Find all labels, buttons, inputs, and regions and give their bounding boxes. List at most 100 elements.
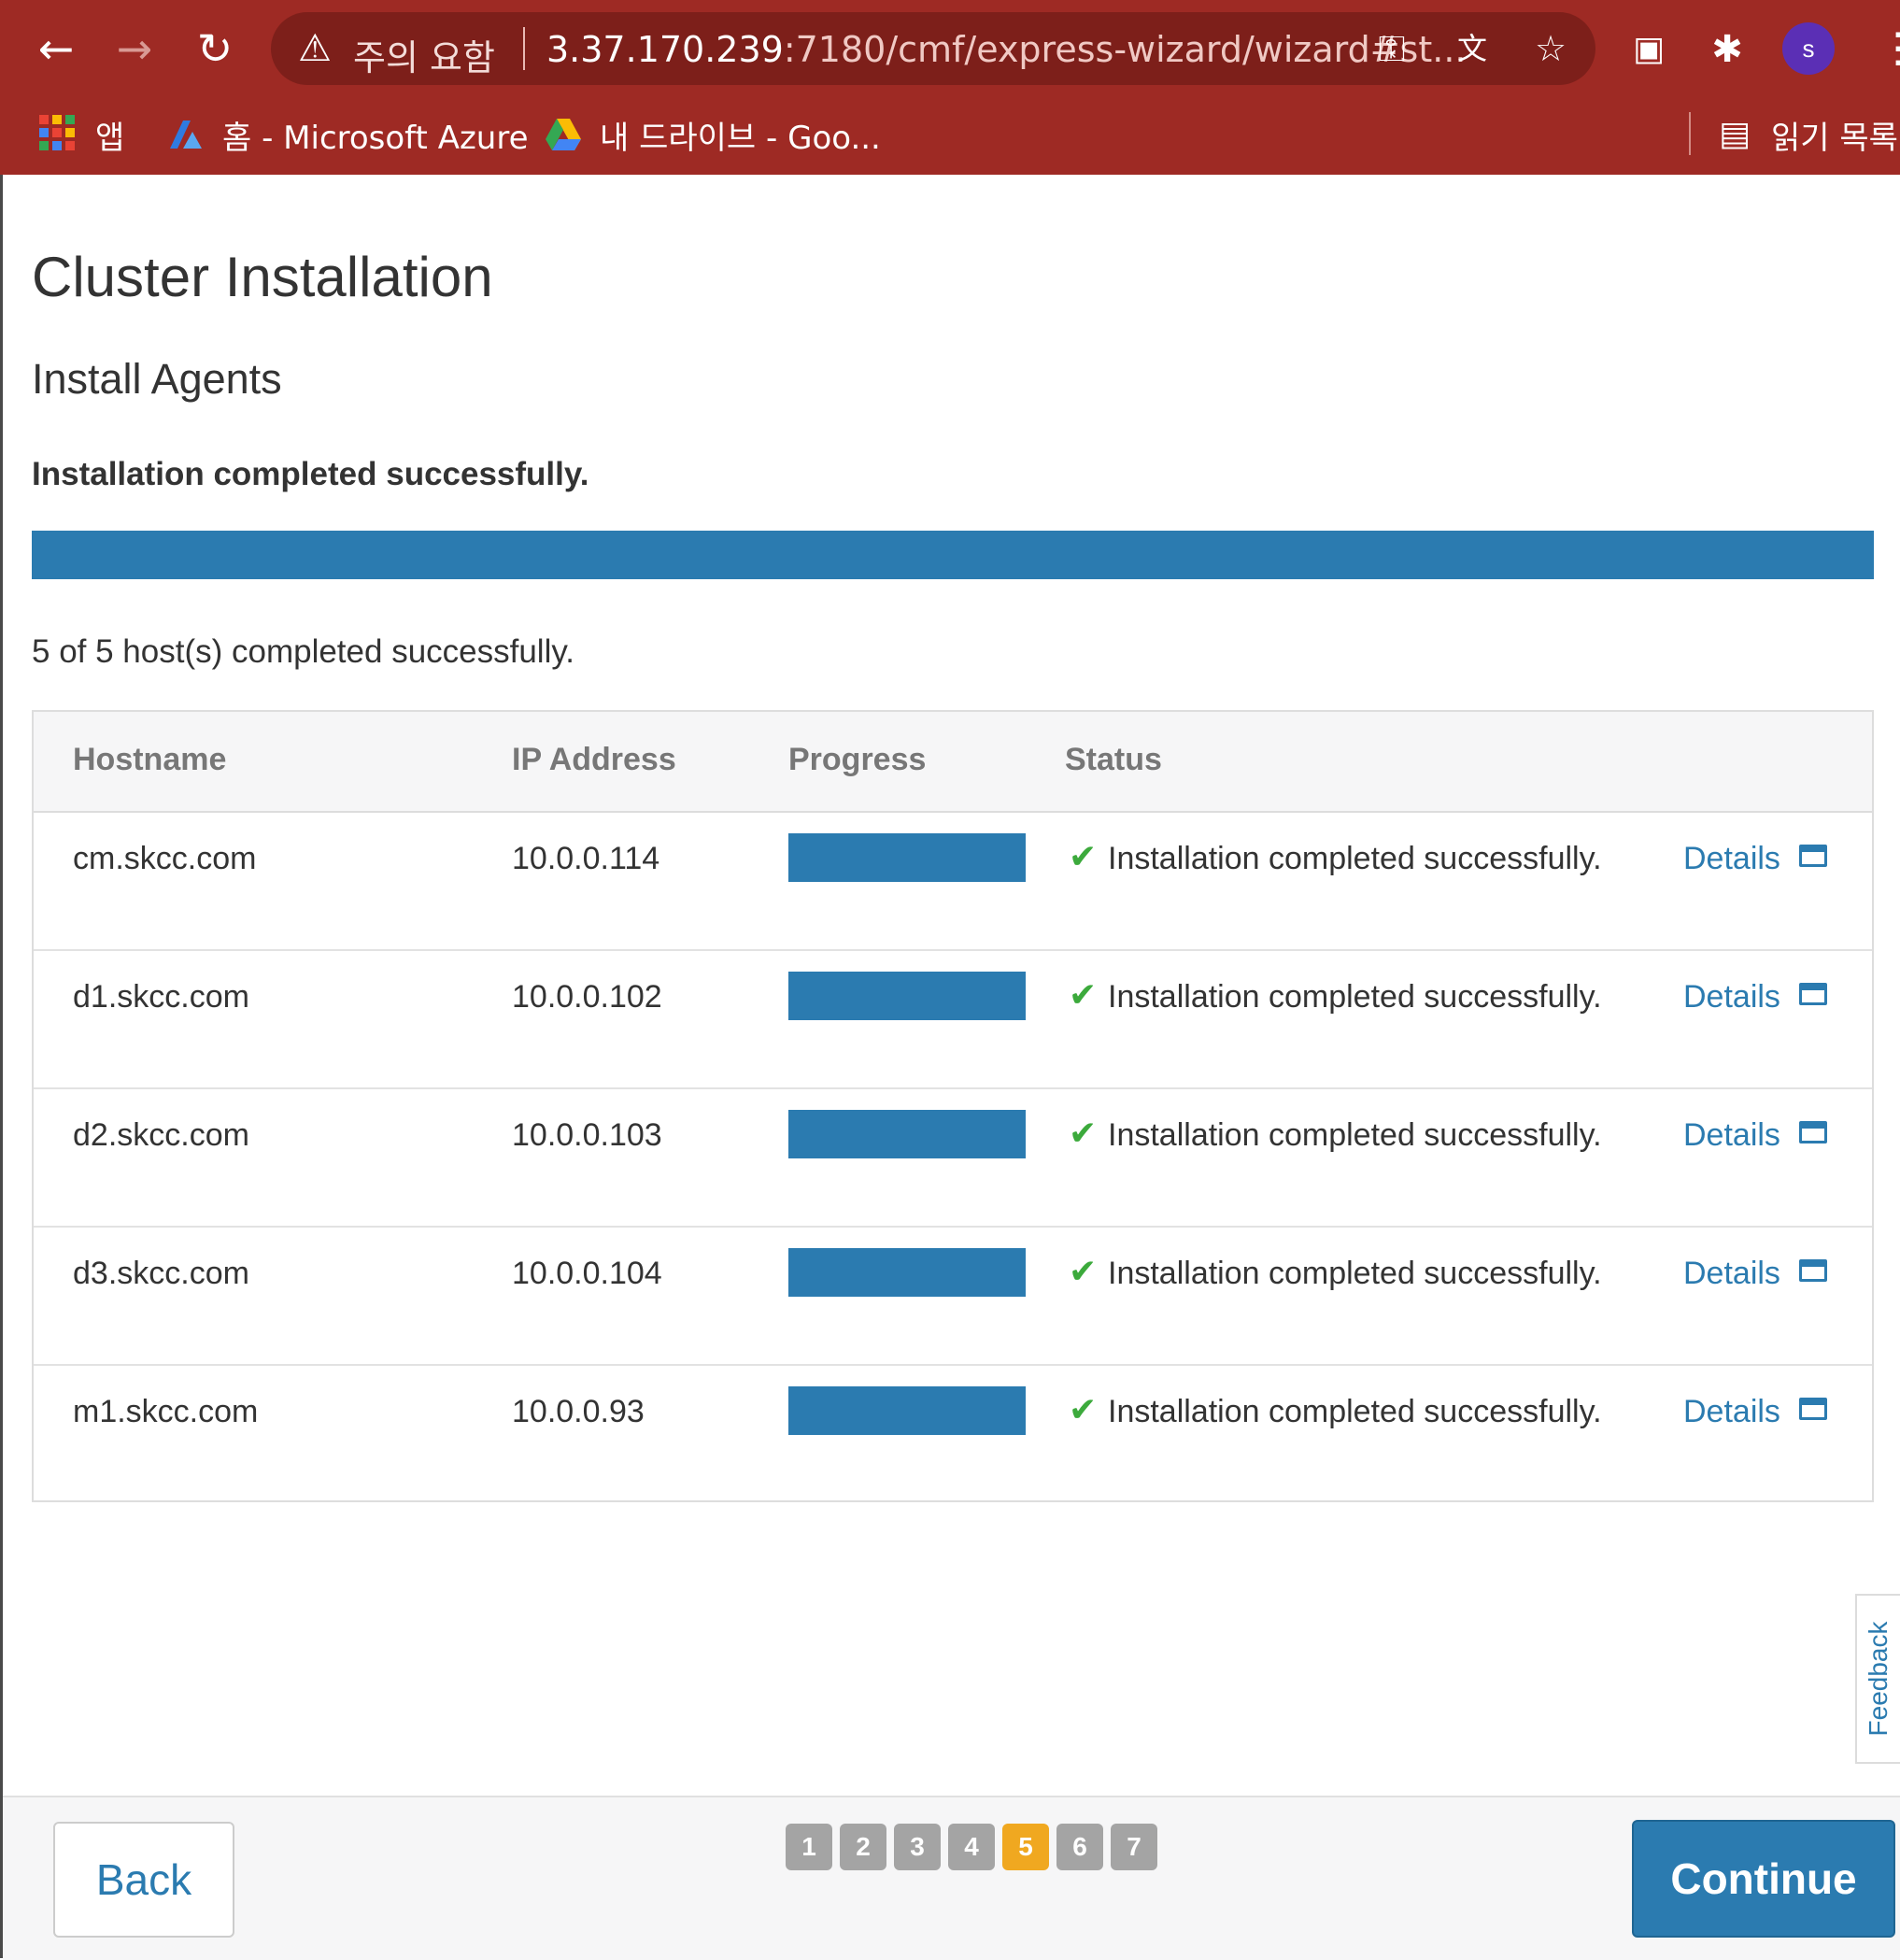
window-left-border — [0, 175, 3, 1958]
table-row: m1.skcc.com 10.0.0.93 ✔ Installation com… — [34, 1364, 1872, 1502]
bookmark-reading-list[interactable]: ▤ 읽기 목록 — [1715, 111, 1898, 158]
window-icon[interactable] — [1799, 983, 1827, 1005]
details-link[interactable]: Details — [1683, 1117, 1780, 1154]
warning-icon[interactable]: ⚠ — [293, 27, 336, 70]
extensions-icon[interactable]: ✱ — [1702, 24, 1752, 75]
hosts-summary: 5 of 5 host(s) completed successfully. — [32, 633, 574, 670]
address-bar[interactable]: ⚠ 주의 요함 3.37.170.239:7180/cmf/express-wi… — [271, 12, 1595, 85]
cell-hostname: m1.skcc.com — [73, 1394, 259, 1429]
step-7[interactable]: 7 — [1111, 1824, 1157, 1870]
reading-list-label: 읽기 목록 — [1771, 119, 1898, 157]
wizard-steps: 1 2 3 4 5 6 7 — [786, 1824, 1157, 1870]
row-progress-bar — [788, 1248, 1026, 1297]
bookmarks-bar: 앱 홈 - Microsoft Azure 내 드라이브 - Goo... ▤ … — [0, 98, 1900, 175]
step-6[interactable]: 6 — [1056, 1824, 1103, 1870]
drive-icon — [544, 115, 583, 154]
address-divider — [523, 27, 525, 70]
bookmark-drive[interactable]: 내 드라이브 - Goo... — [544, 111, 881, 158]
browser-chrome: ← → ↻ ⚠ 주의 요함 3.37.170.239:7180/cmf/expr… — [0, 0, 1900, 175]
url-host: 3.37.170.239 — [546, 29, 784, 70]
step-2[interactable]: 2 — [840, 1824, 886, 1870]
cell-status: Installation completed successfully. — [1108, 979, 1602, 1015]
bookmark-apps[interactable]: 앱 — [39, 111, 124, 158]
table-row: d1.skcc.com 10.0.0.102 ✔ Installation co… — [34, 949, 1872, 1089]
header-hostname[interactable]: Hostname — [73, 742, 226, 778]
table-row: d3.skcc.com 10.0.0.104 ✔ Installation co… — [34, 1226, 1872, 1366]
forward-arrow-icon[interactable]: → — [106, 21, 163, 77]
row-progress-bar — [788, 972, 1026, 1020]
menu-icon[interactable]: ⋮ — [1878, 22, 1900, 75]
overall-progress-bar — [32, 531, 1874, 579]
details-link[interactable]: Details — [1683, 841, 1780, 877]
cell-ip-address: 10.0.0.104 — [512, 1256, 662, 1291]
check-icon: ✔ — [1069, 838, 1098, 876]
header-status[interactable]: Status — [1065, 742, 1162, 778]
reading-list-icon: ▤ — [1718, 115, 1751, 153]
step-3[interactable]: 3 — [894, 1824, 941, 1870]
details-link[interactable]: Details — [1683, 979, 1780, 1016]
cell-ip-address: 10.0.0.114 — [512, 841, 660, 876]
cell-status: Installation completed successfully. — [1108, 1256, 1602, 1291]
cell-ip-address: 10.0.0.103 — [512, 1117, 662, 1153]
cell-hostname: d2.skcc.com — [73, 1117, 249, 1153]
cell-ip-address: 10.0.0.93 — [512, 1394, 645, 1429]
row-progress-bar — [788, 833, 1026, 882]
profile-avatar[interactable]: s — [1782, 22, 1835, 75]
step-4[interactable]: 4 — [948, 1824, 995, 1870]
back-arrow-icon[interactable]: ← — [28, 21, 84, 77]
table-header: Hostname IP Address Progress Status — [34, 712, 1872, 813]
row-progress-fill — [788, 972, 1026, 1020]
window-icon[interactable] — [1799, 1259, 1827, 1282]
feedback-label: Feedback — [1864, 1621, 1893, 1737]
url-text[interactable]: 3.37.170.239:7180/cmf/express-wizard/wiz… — [546, 29, 1467, 70]
row-progress-fill — [788, 833, 1026, 882]
apps-grid-icon — [39, 115, 78, 154]
hosts-table: Hostname IP Address Progress Status cm.s… — [32, 710, 1874, 1502]
header-progress[interactable]: Progress — [788, 742, 926, 778]
back-button[interactable]: Back — [53, 1822, 234, 1938]
azure-icon — [166, 115, 206, 154]
page-title: Cluster Installation — [32, 246, 493, 308]
browser-toolbar: ← → ↻ ⚠ 주의 요함 3.37.170.239:7180/cmf/expr… — [0, 0, 1900, 98]
continue-button[interactable]: Continue — [1632, 1820, 1895, 1938]
wizard-footer: Back 1 2 3 4 5 6 7 Continue — [3, 1796, 1900, 1960]
cell-hostname: cm.skcc.com — [73, 841, 257, 876]
row-progress-bar — [788, 1386, 1026, 1435]
bookmark-apps-label: 앱 — [95, 119, 125, 157]
section-title: Install Agents — [32, 355, 282, 403]
header-ip-address[interactable]: IP Address — [512, 742, 676, 778]
check-icon: ✔ — [1069, 976, 1098, 1015]
window-icon[interactable] — [1799, 1121, 1827, 1143]
security-label[interactable]: 주의 요함 — [353, 29, 495, 80]
cell-hostname: d3.skcc.com — [73, 1256, 249, 1291]
cell-ip-address: 10.0.0.102 — [512, 979, 662, 1015]
window-icon[interactable] — [1799, 845, 1827, 867]
check-icon: ✔ — [1069, 1391, 1098, 1429]
star-icon[interactable]: ☆ — [1528, 27, 1573, 70]
key-icon[interactable]: ⚿ — [1369, 27, 1414, 70]
step-1[interactable]: 1 — [786, 1824, 832, 1870]
bookmark-drive-label: 내 드라이브 - Goo... — [600, 119, 881, 157]
feedback-tab[interactable]: Feedback — [1855, 1594, 1900, 1764]
details-link[interactable]: Details — [1683, 1256, 1780, 1292]
bookmarks-divider — [1689, 112, 1691, 155]
bookmark-azure[interactable]: 홈 - Microsoft Azure — [166, 111, 529, 158]
bookmark-azure-label: 홈 - Microsoft Azure — [222, 119, 529, 157]
window-icon[interactable] — [1799, 1398, 1827, 1420]
cell-status: Installation completed successfully. — [1108, 1117, 1602, 1153]
row-progress-fill — [788, 1248, 1026, 1297]
table-row: cm.skcc.com 10.0.0.114 ✔ Installation co… — [34, 811, 1872, 951]
row-progress-bar — [788, 1110, 1026, 1158]
table-row: d2.skcc.com 10.0.0.103 ✔ Installation co… — [34, 1087, 1872, 1228]
step-5[interactable]: 5 — [1002, 1824, 1049, 1870]
translate-icon[interactable]: 文 — [1450, 27, 1495, 70]
overall-progress-fill — [32, 531, 1874, 579]
url-path: :7180/cmf/express-wizard/wizard#st... — [783, 29, 1467, 70]
row-progress-fill — [788, 1386, 1026, 1435]
cell-status: Installation completed successfully. — [1108, 1394, 1602, 1429]
cast-icon[interactable]: ▣ — [1624, 24, 1674, 75]
details-link[interactable]: Details — [1683, 1394, 1780, 1430]
check-icon: ✔ — [1069, 1253, 1098, 1291]
overall-status-message: Installation completed successfully. — [32, 456, 589, 492]
reload-icon[interactable]: ↻ — [187, 21, 243, 77]
